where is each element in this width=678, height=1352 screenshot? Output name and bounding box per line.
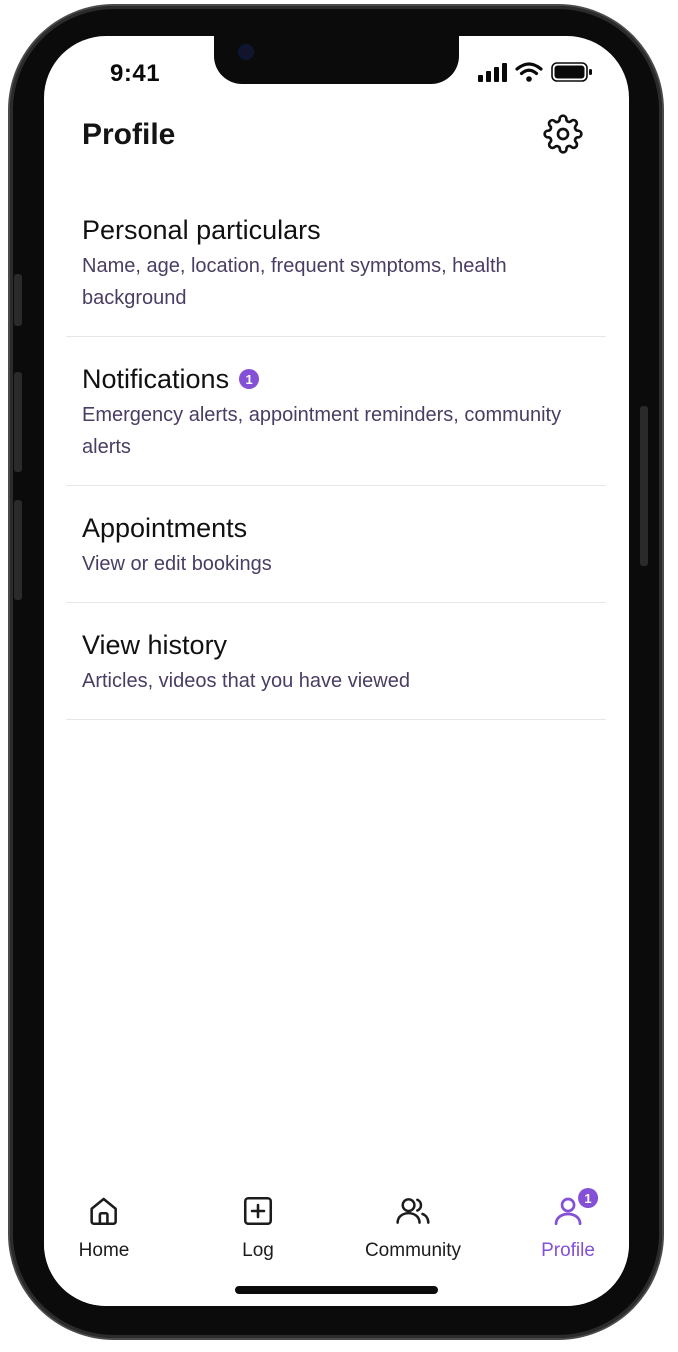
menu-item-title: Personal particulars: [82, 215, 321, 245]
status-icons: [477, 62, 593, 87]
menu-item-title: Appointments: [82, 513, 248, 543]
settings-button[interactable]: [541, 113, 585, 159]
tab-profile[interactable]: 1 Profile: [541, 1188, 598, 1262]
front-camera: [238, 44, 254, 60]
plus-square-icon: [240, 1193, 276, 1235]
menu-item-personal-particulars[interactable]: Personal particulars Name, age, location…: [66, 200, 606, 337]
volume-up-button: [14, 372, 22, 472]
screen: 9:41 Profile Personal particulars Name, …: [44, 36, 629, 1306]
tab-home[interactable]: Home: [78, 1193, 130, 1262]
tab-label: Home: [78, 1240, 130, 1261]
status-time: 9:41: [110, 60, 161, 87]
menu-item-subtitle: Emergency alerts, appointment reminders,…: [82, 404, 562, 458]
menu-item-view-history[interactable]: View history Articles, videos that you h…: [66, 615, 606, 720]
battery-icon: [551, 62, 593, 87]
menu-item-appointments[interactable]: Appointments View or edit bookings: [66, 498, 606, 603]
menu-item-notifications[interactable]: Notifications 1 Emergency alerts, appoin…: [66, 349, 606, 486]
tab-label: Community: [364, 1240, 462, 1261]
profile-tab-badge: 1: [577, 1188, 598, 1208]
home-icon: [86, 1193, 122, 1235]
home-indicator: [235, 1286, 438, 1294]
silent-switch: [14, 274, 22, 326]
gear-icon: [543, 113, 583, 159]
notch: [214, 36, 459, 84]
menu-item-title: View history: [82, 630, 228, 660]
cellular-signal-icon: [477, 62, 507, 87]
wifi-icon: [515, 62, 543, 87]
tab-community[interactable]: Community: [365, 1194, 461, 1262]
menu-item-subtitle: Name, age, location, frequent symptoms, …: [82, 255, 507, 309]
profile-menu: Personal particulars Name, age, location…: [66, 200, 606, 720]
menu-item-subtitle: Articles, videos that you have viewed: [82, 670, 410, 692]
power-button: [640, 406, 648, 566]
tab-log[interactable]: Log: [240, 1194, 276, 1262]
page-title: Profile: [82, 118, 176, 151]
volume-down-button: [14, 500, 22, 600]
users-icon: [394, 1193, 432, 1235]
menu-item-title: Notifications: [82, 364, 230, 394]
notification-badge: 1: [239, 369, 260, 389]
menu-item-subtitle: View or edit bookings: [82, 553, 272, 575]
tab-label: Log: [242, 1240, 274, 1261]
tab-label: Profile: [541, 1240, 595, 1261]
